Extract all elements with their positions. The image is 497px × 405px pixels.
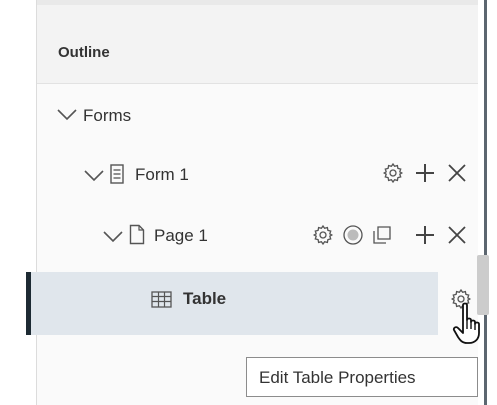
table-grid-icon [151,291,172,308]
gear-icon[interactable] [382,162,404,184]
tree-item-table[interactable]: Table [37,272,472,335]
selection-indicator [26,272,31,335]
plus-icon[interactable] [414,224,436,246]
tree-item-page-1-label: Page 1 [154,226,208,245]
close-icon[interactable] [447,163,467,183]
form-icon [110,164,124,184]
edit-table-properties-tooltip: Edit Table Properties [246,357,478,397]
chevron-down-icon[interactable] [84,170,104,182]
tree-item-page-1[interactable]: Page 1 [37,211,482,261]
page-icon [129,224,145,245]
tree-item-table-label: Table [183,289,227,308]
hand-cursor-icon [452,302,480,344]
tree-item-forms-label: Forms [83,106,132,125]
check-circle-icon[interactable] [342,224,364,246]
tree-item-form-1-label: Form 1 [135,165,189,184]
close-icon[interactable] [447,225,467,245]
gear-icon[interactable] [312,224,334,246]
plus-icon[interactable] [414,162,436,184]
outline-title: Outline [58,44,110,61]
chevron-down-icon[interactable] [103,231,123,243]
tree-item-forms[interactable]: Forms [37,90,482,140]
outline-panel: Outline [37,0,482,405]
chevron-down-icon[interactable] [57,109,77,121]
duplicate-icon[interactable] [371,224,393,246]
tree-item-form-1[interactable]: Form 1 [37,150,482,200]
outline-header: Outline [37,5,482,84]
